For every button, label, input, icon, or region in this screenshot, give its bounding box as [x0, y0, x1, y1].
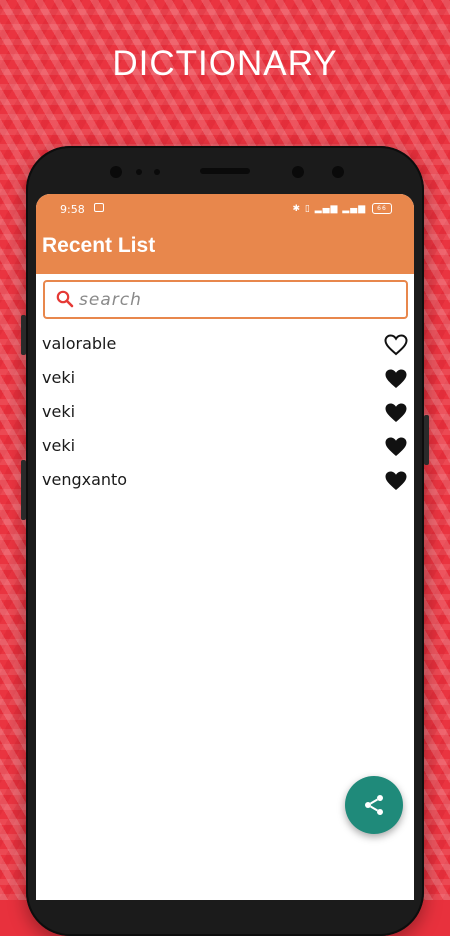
- heart-filled-icon[interactable]: [384, 402, 408, 424]
- list-item[interactable]: valorable: [36, 329, 414, 363]
- heart-filled-icon[interactable]: [384, 436, 408, 458]
- recent-word-list: valorable veki veki veki vengxanto: [36, 329, 414, 499]
- list-item[interactable]: veki: [36, 363, 414, 397]
- word-label: vengxanto: [42, 470, 128, 489]
- page-title: Recent List: [42, 234, 156, 257]
- phone-speaker: [200, 168, 250, 174]
- word-label: veki: [42, 368, 76, 387]
- phone-side-button: [21, 315, 26, 355]
- status-icons: ✱ ▯ ▂▄▆ ▂▄▆ 66: [292, 203, 392, 214]
- search-input[interactable]: [79, 287, 399, 313]
- search-box[interactable]: [43, 280, 408, 319]
- signal-icon: ▂▄▆: [342, 204, 367, 214]
- word-label: veki: [42, 436, 76, 455]
- list-item[interactable]: veki: [36, 397, 414, 431]
- list-item[interactable]: vengxanto: [36, 465, 414, 499]
- notification-icon: [94, 203, 104, 212]
- vibrate-icon: ▯: [304, 204, 311, 214]
- app-screen: 9:58 ✱ ▯ ▂▄▆ ▂▄▆ 66 Recent List valorabl…: [36, 194, 414, 900]
- status-time: 9:58: [60, 203, 85, 216]
- front-camera: [332, 166, 344, 178]
- sensor-dot: [154, 169, 160, 175]
- app-bar: Recent List: [36, 224, 414, 274]
- phone-side-button: [21, 460, 26, 520]
- share-button[interactable]: [345, 776, 403, 834]
- front-camera: [110, 166, 122, 178]
- bluetooth-icon: ✱: [292, 204, 302, 214]
- battery-icon: 66: [372, 203, 392, 214]
- promo-headline: DICTIONARY: [112, 44, 338, 83]
- sensor-dot: [136, 169, 142, 175]
- list-item[interactable]: veki: [36, 431, 414, 465]
- signal-icon: ▂▄▆: [314, 204, 339, 214]
- status-bar: 9:58 ✱ ▯ ▂▄▆ ▂▄▆ 66: [36, 194, 414, 224]
- front-camera: [292, 166, 304, 178]
- phone-side-button: [424, 415, 429, 465]
- share-icon: [365, 795, 383, 815]
- heart-outline-icon[interactable]: [384, 334, 408, 356]
- word-label: veki: [42, 402, 76, 421]
- word-label: valorable: [42, 334, 117, 353]
- heart-filled-icon[interactable]: [384, 368, 408, 390]
- heart-filled-icon[interactable]: [384, 470, 408, 492]
- search-icon: [56, 290, 74, 308]
